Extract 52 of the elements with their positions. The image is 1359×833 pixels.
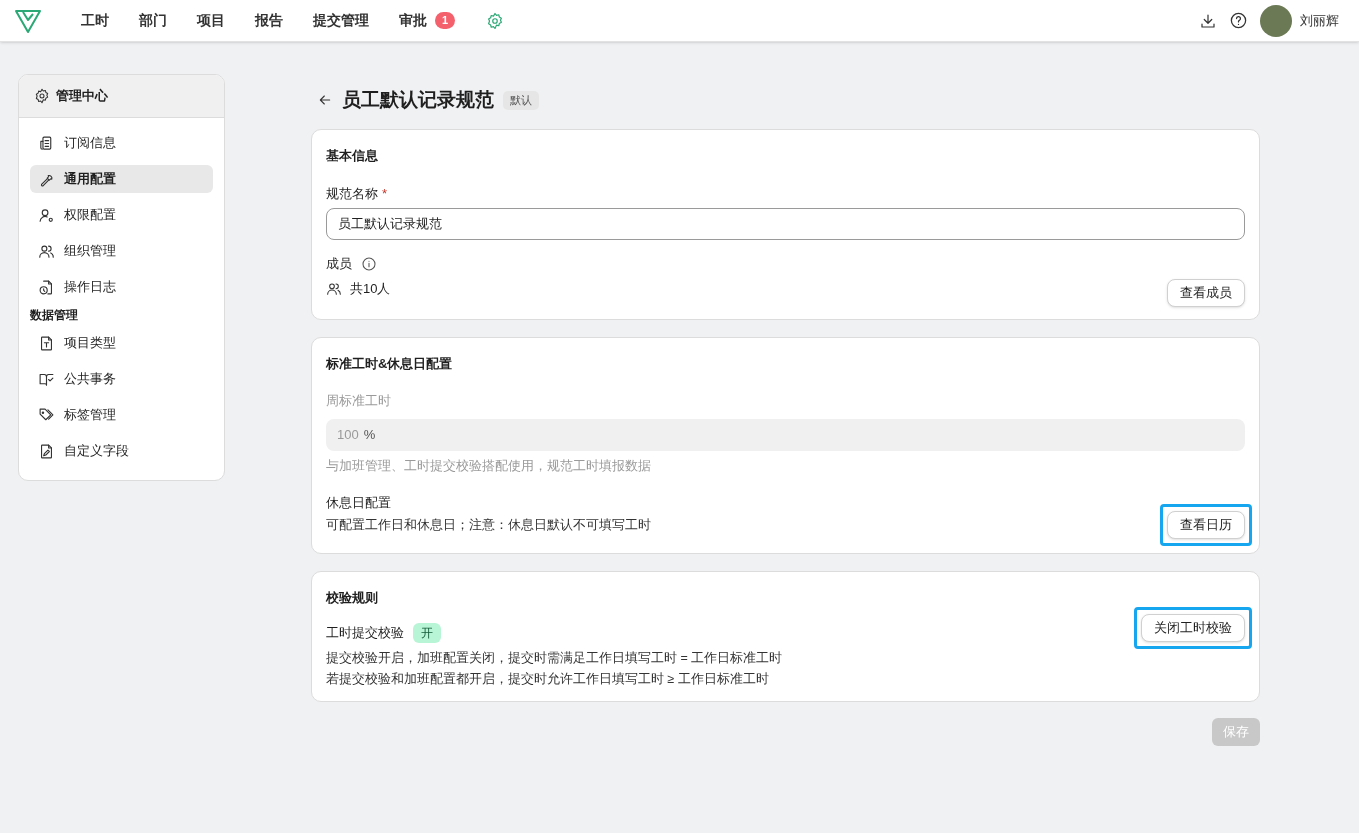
section-title: 标准工时&休息日配置 xyxy=(326,354,454,373)
nav-link[interactable]: 部门 xyxy=(124,10,182,31)
rule-text: 若提交校验和加班配置都开启，提交时允许工作日填写工时 ≥ 工作日标准工时 xyxy=(326,670,770,688)
sidebar-item[interactable]: 组织管理 xyxy=(30,237,213,265)
user-name[interactable]: 刘丽辉 xyxy=(1300,10,1339,31)
view-button[interactable]: 查看成员 xyxy=(1167,278,1245,307)
sidebar-item[interactable]: 权限配置 xyxy=(30,201,213,229)
nav-link[interactable]: 提交管理 xyxy=(298,10,384,31)
users-icon xyxy=(326,281,342,297)
back-icon[interactable] xyxy=(317,92,333,108)
sidebar-title: 管理中心 xyxy=(56,87,108,106)
field-label: 周标准工时 xyxy=(326,392,392,410)
sidebar-item[interactable]: 自定义字段 xyxy=(30,437,213,465)
help-icon[interactable] xyxy=(1229,11,1248,30)
sidebar-item[interactable]: 公共事务 xyxy=(30,365,213,393)
sidebar-item[interactable]: 订阅信息 xyxy=(30,129,213,157)
default-tag: 默认 xyxy=(503,90,539,110)
info-icon xyxy=(361,255,377,272)
field-label: 休息日配置 xyxy=(326,494,392,513)
description-text: 可配置工作日和休息日；注意：休息日默认不可填写工时 xyxy=(326,516,651,534)
status-badge: 开 xyxy=(413,623,441,643)
sidebar-item[interactable]: 通用配置 xyxy=(30,165,213,193)
nav-link[interactable]: 项目 xyxy=(182,10,240,31)
name-input[interactable]: 员工默认记录规范 xyxy=(326,208,1245,240)
section-title: 校验规则 xyxy=(326,588,379,607)
page-title: 员工默认记录规范 xyxy=(342,87,494,112)
field-label: 规范名称 xyxy=(326,184,378,203)
view-button[interactable]: 关闭工时校验 xyxy=(1141,614,1245,642)
avatar[interactable] xyxy=(1260,4,1292,37)
hint-text: 与加班管理、工时提交校验搭配使用，规范工时填报数据 xyxy=(326,457,652,475)
field-label: 成员 xyxy=(326,255,352,273)
settings-icon xyxy=(34,88,50,104)
nav-link[interactable]: 报告 xyxy=(240,10,298,31)
sidebar-item[interactable]: 操作日志 xyxy=(30,273,213,301)
section-title: 基本信息 xyxy=(326,147,379,165)
count-badge: 1 xyxy=(435,12,456,29)
logo-icon[interactable] xyxy=(14,7,42,34)
view-button[interactable]: 查看日历 xyxy=(1167,510,1245,539)
section-heading: 数据管理 xyxy=(30,307,79,324)
required-mark: * xyxy=(382,184,388,203)
settings-icon[interactable] xyxy=(486,11,505,30)
nav-link[interactable]: 审批 1 xyxy=(384,10,471,31)
file-clock-icon xyxy=(38,278,55,296)
field-label: 工时提交校验 xyxy=(326,624,404,643)
file-text-icon xyxy=(38,334,55,352)
nav-link[interactable]: 工时 xyxy=(66,10,124,31)
member-count: 共10人 xyxy=(350,280,391,299)
rule-text: 提交校验开启，加班配置关闭，提交时需满足工作日填写工时 = 工作日标准工时 xyxy=(326,650,783,667)
user-gear-icon xyxy=(38,206,55,224)
file-pen-icon xyxy=(38,442,55,460)
sidebar-item[interactable]: 标签管理 xyxy=(30,401,213,429)
sidebar-item[interactable]: 项目类型 xyxy=(30,329,213,357)
